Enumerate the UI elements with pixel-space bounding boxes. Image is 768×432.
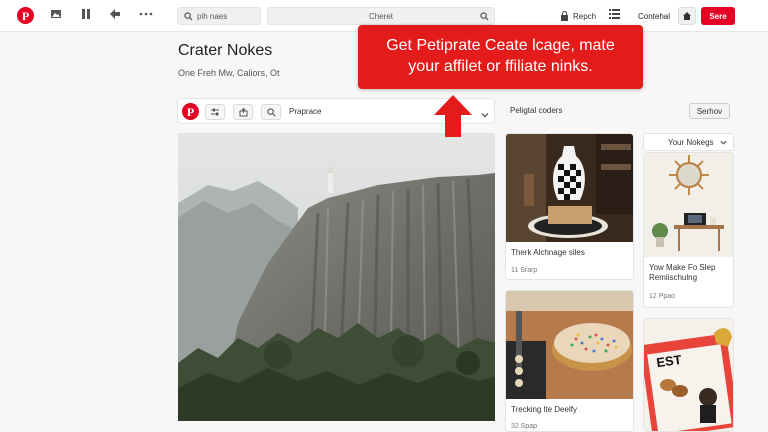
pin-card[interactable]: Therk Alchnage siles 11 Srarp <box>505 133 634 280</box>
board-title: Crater Nokes <box>178 42 273 59</box>
edit-button[interactable] <box>205 104 225 120</box>
callout-line-1: Get Petiprate Ceate lcage, mate <box>386 37 615 54</box>
pinterest-icon[interactable]: P <box>182 103 199 120</box>
board-subtitle: One Freh Mw, Caliors, Ot <box>178 68 280 78</box>
apps-label: Repch <box>573 11 597 21</box>
card-title: Trecking lte Deelfy <box>511 405 577 414</box>
search-visual-button[interactable] <box>261 104 281 120</box>
callout-line-2: your affilet or ffiliate ninks. <box>408 58 593 75</box>
center-search-input[interactable]: Cheret <box>267 7 495 25</box>
pin-image-mountain[interactable] <box>178 133 495 421</box>
card-title: Therk Alchnage siles <box>511 248 585 257</box>
search-icon <box>184 11 193 21</box>
pin-image-magazine: EST <box>644 319 733 431</box>
pin-card[interactable]: Yow Make Fo Slep Remiischulng 12 Ppao <box>643 152 734 308</box>
pin-image-mirror-room <box>644 153 733 257</box>
show-button[interactable]: Serhov <box>689 103 730 119</box>
pin-card[interactable]: Trecking lte Deelfy 32 Spap <box>505 290 634 432</box>
your-notes-label: Your Nokegs <box>668 138 714 147</box>
share-button[interactable] <box>233 104 253 120</box>
apps-menu[interactable]: Repch <box>560 9 596 23</box>
back-arrow-icon[interactable] <box>109 8 125 24</box>
list-icon[interactable] <box>609 8 625 24</box>
share-icon <box>239 107 247 116</box>
card-title: Yow Make Fo Slep <box>649 263 716 272</box>
more-icon[interactable] <box>139 8 155 24</box>
chevron-down-icon <box>720 140 727 145</box>
card-meta: 32 Spap <box>511 423 538 430</box>
card-meta: 12 Ppao <box>649 293 676 300</box>
save-label: Sere <box>709 11 727 21</box>
svg-text:P: P <box>22 9 29 23</box>
lock-icon <box>561 11 568 21</box>
control-label: Contehal <box>637 11 671 21</box>
pause-icon[interactable] <box>80 8 96 24</box>
chevron-down-icon[interactable] <box>480 107 490 118</box>
visual-search-icon <box>266 107 275 116</box>
save-button[interactable]: Sere <box>701 7 735 25</box>
related-title: Peligtal coders <box>510 106 563 115</box>
card-meta: 11 Srarp <box>511 267 538 274</box>
pin-card[interactable]: EST <box>643 318 734 432</box>
svg-text:P: P <box>187 105 194 119</box>
show-label: Serhov <box>696 106 723 116</box>
search-input[interactable]: pih naes <box>177 7 261 25</box>
home-icon <box>683 12 691 20</box>
search-icon[interactable] <box>480 11 489 21</box>
promo-callout: Get Petiprate Ceate lcage, mate your aff… <box>358 25 643 89</box>
control-button[interactable]: Contehal <box>633 7 675 25</box>
arrow-up-icon <box>434 95 472 137</box>
image-icon[interactable] <box>50 8 66 24</box>
pinterest-logo-icon[interactable]: P <box>17 7 34 24</box>
pin-image-vase <box>506 134 633 242</box>
sliders-icon <box>211 108 219 116</box>
pin-image-tart <box>506 291 633 399</box>
center-search-text: Cheret <box>368 11 393 21</box>
prepare-label[interactable]: Praprace <box>289 107 321 116</box>
your-notes-dropdown[interactable]: Your Nokegs <box>643 133 734 151</box>
card-title-2: Remiischulng <box>649 273 698 282</box>
home-button[interactable] <box>678 7 696 25</box>
search-placeholder: pih naes <box>197 11 228 21</box>
